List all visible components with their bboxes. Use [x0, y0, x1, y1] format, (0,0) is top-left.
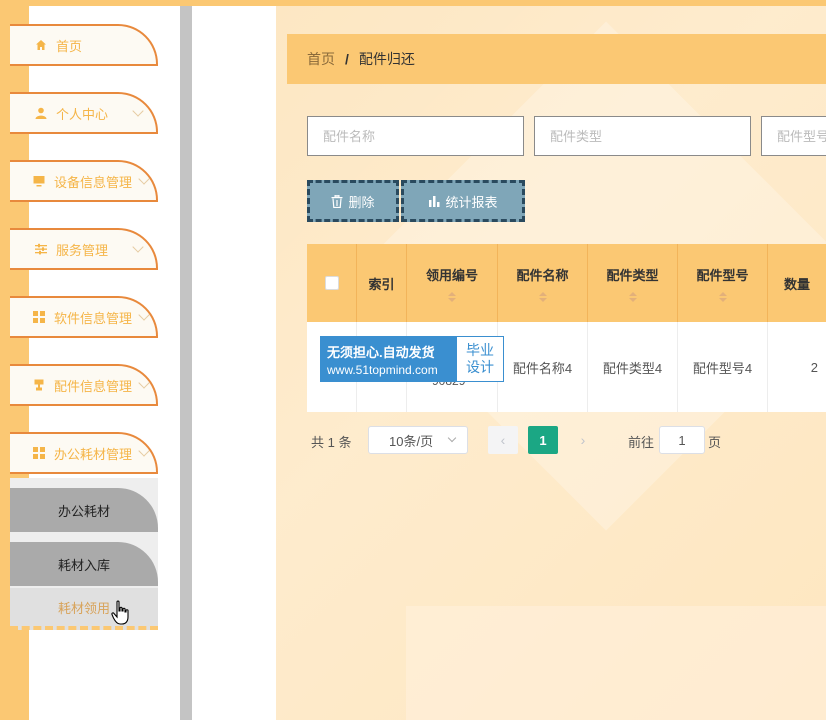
background-decoration [406, 606, 826, 720]
watermark-url: www.51topmind.com [327, 362, 438, 377]
grid-icon [32, 446, 46, 460]
breadcrumb: 首页 / 配件归还 [287, 34, 826, 84]
column-header-quantity: 数量 [768, 244, 826, 322]
column-header-part-type[interactable]: 配件类型 [588, 244, 678, 322]
submenu-item-office-supplies[interactable]: 办公耗材 [10, 488, 158, 532]
sidebar-item-service[interactable]: 服务管理 [10, 228, 158, 270]
submenu-item-supplies-requisition[interactable]: 耗材领用 [10, 588, 158, 630]
sort-icon[interactable] [448, 291, 456, 302]
table-cell-part-name: 配件名称4 [498, 322, 588, 412]
statistics-report-button-label: 统计报表 [445, 194, 498, 210]
chevron-right-icon: › [580, 432, 586, 448]
table-cell-part-model: 配件型号4 [678, 322, 768, 412]
statistics-report-button[interactable]: 统计报表 [401, 180, 525, 222]
sidebar-item-label: 办公耗材管理 [54, 446, 133, 462]
sidebar-item-label: 配件信息管理 [54, 378, 133, 394]
submenu-item-supplies-inbound[interactable]: 耗材入库 [10, 542, 158, 586]
page-size-value: 10条/页 [389, 433, 434, 449]
submenu-item-label: 耗材领用 [57, 600, 110, 616]
sidebar-item-label: 首页 [56, 38, 83, 54]
page-size-select[interactable]: 10条/页 [368, 426, 468, 454]
column-header-part-model[interactable]: 配件型号 [678, 244, 768, 322]
part-type-search-input[interactable] [534, 116, 751, 156]
goto-label: 前往 [628, 435, 655, 450]
goto-page-input[interactable] [659, 426, 705, 454]
next-page-button[interactable]: › [568, 426, 598, 454]
column-header-requisition-code[interactable]: 领用编号 [407, 244, 498, 322]
watermark-left: 无须担心.自动发货 www.51topmind.com [321, 337, 457, 381]
bar-chart-icon [428, 195, 440, 207]
data-table: 索引 领用编号 配件名称 配件类型 配件型号 数量 配件名称4 配件类型4 配件… [307, 244, 826, 412]
sliders-icon [34, 242, 48, 256]
chevron-down-icon [138, 173, 150, 185]
sidebar-item-parts-info[interactable]: 配件信息管理 [10, 364, 158, 406]
delete-button-label: 删除 [348, 194, 375, 210]
submenu-item-label: 耗材入库 [57, 557, 110, 573]
part-name-search-input[interactable] [307, 116, 524, 156]
sidebar-top-bar [0, 0, 180, 6]
user-icon [34, 106, 48, 120]
select-all-checkbox[interactable] [324, 276, 339, 290]
home-icon [34, 38, 48, 52]
column-header-label: 配件名称 [516, 267, 569, 283]
pagination-total: 共 1 条 [311, 435, 352, 450]
sidebar: 首页 个人中心 设备信息管理 服务管理 软件信息管理 配件信息管理 办公耗材管理… [0, 0, 180, 720]
watermark-right: 毕业 设计 [457, 337, 503, 381]
pagination: 共 1 条 10条/页 ‹ 1 › 前往 页 [307, 426, 826, 454]
prev-page-button[interactable]: ‹ [488, 426, 518, 454]
hand-cursor-icon [111, 600, 131, 629]
sidebar-item-label: 设备信息管理 [54, 174, 133, 190]
sidebar-scrollbar[interactable] [180, 6, 192, 720]
breadcrumb-home-link[interactable]: 首页 [307, 49, 335, 69]
sidebar-item-software-info[interactable]: 软件信息管理 [10, 296, 158, 338]
chevron-down-icon [447, 433, 457, 443]
goto-unit-label: 页 [708, 435, 722, 450]
chevron-down-icon [138, 377, 150, 389]
table-cell-quantity: 2 [810, 359, 818, 375]
watermark-text-bottom: 设计 [466, 359, 494, 375]
watermark-badge: 无须担心.自动发货 www.51topmind.com 毕业 设计 [320, 336, 504, 382]
select-all-header [307, 244, 357, 322]
sidebar-item-label: 软件信息管理 [54, 310, 133, 326]
sidebar-item-label: 个人中心 [56, 106, 109, 122]
chevron-down-icon [132, 105, 144, 117]
breadcrumb-current: 配件归还 [358, 51, 415, 67]
grid-icon [32, 310, 46, 324]
content-gutter [192, 6, 276, 720]
column-header-index: 索引 [357, 244, 407, 322]
column-header-label: 配件类型 [606, 267, 659, 283]
chevron-down-icon [132, 241, 144, 253]
sort-icon[interactable] [538, 291, 547, 302]
submenu-item-label: 办公耗材 [57, 503, 110, 519]
monitor-icon [32, 174, 46, 188]
chevron-down-icon [138, 445, 150, 457]
sidebar-item-personal-center[interactable]: 个人中心 [10, 92, 158, 134]
watermark-text-top: 毕业 [466, 342, 494, 358]
sort-icon[interactable] [628, 291, 637, 302]
column-header-label: 配件型号 [696, 267, 749, 283]
trophy-icon [32, 378, 46, 392]
sidebar-item-device-info[interactable]: 设备信息管理 [10, 160, 158, 202]
sidebar-item-office-supplies[interactable]: 办公耗材管理 [10, 432, 158, 474]
page-number-button[interactable]: 1 [528, 426, 558, 454]
column-header-part-name[interactable]: 配件名称 [498, 244, 588, 322]
column-header-label: 数量 [783, 276, 810, 292]
delete-button[interactable]: 删除 [307, 180, 399, 222]
table-cell-part-type: 配件类型4 [588, 322, 678, 412]
column-header-label: 索引 [368, 276, 395, 292]
column-header-label: 领用编号 [425, 267, 478, 283]
chevron-down-icon [138, 309, 150, 321]
part-model-search-input[interactable] [761, 116, 826, 156]
watermark-slogan: 无须担心.自动发货 [327, 344, 435, 360]
trash-icon [331, 194, 343, 208]
chevron-left-icon: ‹ [500, 432, 506, 448]
sort-icon[interactable] [718, 291, 727, 302]
sidebar-item-label: 服务管理 [56, 242, 109, 258]
sidebar-item-home[interactable]: 首页 [10, 24, 158, 66]
breadcrumb-separator: / [345, 51, 349, 67]
